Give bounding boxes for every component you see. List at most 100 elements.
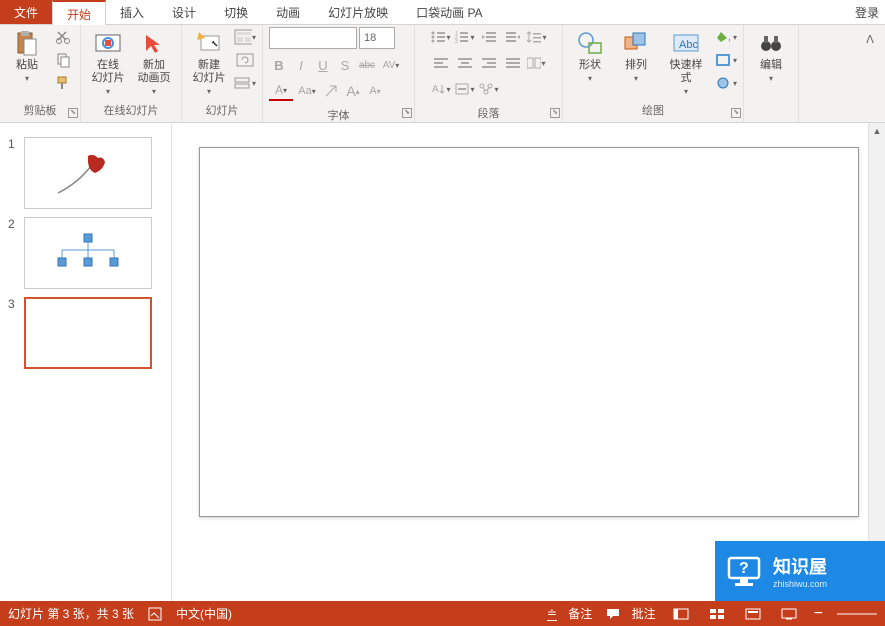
font-color-button[interactable]: A▾ (269, 81, 293, 101)
reset-button[interactable] (234, 50, 256, 70)
slide-thumb-2[interactable] (24, 217, 152, 289)
arrange-button[interactable]: 排列 ▾ (615, 27, 657, 85)
align-center-button[interactable] (454, 53, 476, 73)
thumb-number: 1 (8, 137, 18, 209)
layout-button[interactable]: ▾ (234, 27, 256, 47)
align-text-button[interactable]: ▾ (454, 79, 476, 99)
dialog-launcher-drawing[interactable]: ⬊ (731, 108, 741, 118)
slide-thumb-1[interactable] (24, 137, 152, 209)
columns-button[interactable]: ▾ (526, 53, 548, 73)
align-left-button[interactable] (430, 53, 452, 73)
tab-animation[interactable]: 动画 (262, 0, 314, 24)
group-slides: 新建 幻灯片 ▾ ▾ ▾ 幻灯片 (182, 25, 263, 122)
group-drawing: 形状 ▾ 排列 ▾ Abc 快速样式 ▾ ▾ ▾ ▾ 绘图 ⬊ (563, 25, 744, 122)
font-name-input[interactable] (269, 27, 357, 49)
tab-pocket[interactable]: 口袋动画 PA (402, 0, 496, 24)
spellcheck-button[interactable] (148, 607, 162, 621)
monitor-icon: ? (725, 552, 763, 590)
tab-file[interactable]: 文件 (0, 0, 52, 24)
shrink-font-button[interactable]: A▾ (365, 81, 385, 101)
align-right-button[interactable] (478, 53, 500, 73)
comments-button[interactable]: 批注 (606, 605, 655, 622)
group-label-editing (769, 104, 772, 122)
chevron-down-icon: ▾ (106, 87, 110, 96)
tab-insert[interactable]: 插入 (106, 0, 158, 24)
slide-thumb-3[interactable] (24, 297, 152, 369)
group-online-slides: 在线 幻灯片 ▾ 新加 动画页 ▾ 在线幻灯片 (81, 25, 182, 122)
group-editing: 编辑 ▾ (744, 25, 799, 122)
notes-button[interactable]: ≐ 备注 (547, 605, 592, 622)
paste-label: 粘贴 (16, 59, 38, 72)
arrange-icon (622, 29, 650, 57)
char-spacing-button[interactable]: AV▾ (379, 55, 403, 75)
normal-view-button[interactable] (670, 605, 692, 623)
login-link[interactable]: 登录 (849, 0, 885, 24)
zoom-slider[interactable] (837, 613, 877, 615)
status-bar: 幻灯片 第 3 张，共 3 张 中文(中国) ≐ 备注 批注 − (0, 601, 885, 626)
dialog-launcher-paragraph[interactable]: ⬊ (550, 108, 560, 118)
strikethrough-button[interactable]: abc (357, 55, 377, 75)
online-slide-button[interactable]: 在线 幻灯片 ▾ (87, 27, 129, 98)
copy-button[interactable] (52, 50, 74, 70)
increase-indent-button[interactable] (502, 27, 524, 47)
chevron-down-icon: ▾ (588, 74, 592, 83)
slideshow-view-button[interactable] (778, 605, 800, 623)
scroll-up-icon[interactable]: ▲ (869, 123, 885, 140)
watermark-badge: ? 知识屋 zhishiwu.com (715, 541, 885, 601)
new-slide-icon (195, 29, 223, 57)
tab-home[interactable]: 开始 (52, 0, 106, 25)
chevron-down-icon: ▾ (634, 74, 638, 83)
bullets-button[interactable]: ▾ (430, 27, 452, 47)
underline-button[interactable]: U (313, 55, 333, 75)
italic-button[interactable]: I (291, 55, 311, 75)
section-button[interactable]: ▾ (234, 73, 256, 93)
shape-outline-button[interactable]: ▾ (715, 50, 737, 70)
tab-transition[interactable]: 切换 (210, 0, 262, 24)
chevron-down-icon: ▾ (207, 87, 211, 96)
current-slide[interactable] (199, 147, 859, 517)
group-paragraph: ▾ 123▾ ▾ ▾ A▾ ▾ ▾ 段落 ⬊ (415, 25, 563, 122)
shadow-button[interactable]: S (335, 55, 355, 75)
decrease-indent-button[interactable] (478, 27, 500, 47)
language-indicator[interactable]: 中文(中国) (176, 605, 232, 622)
cut-button[interactable] (52, 27, 74, 47)
svg-text:Abc: Abc (679, 39, 698, 51)
text-direction-button[interactable]: A▾ (430, 79, 452, 99)
tab-design[interactable]: 设计 (158, 0, 210, 24)
chevron-down-icon: ▾ (684, 87, 688, 96)
reading-view-button[interactable] (742, 605, 764, 623)
smartart-button[interactable]: ▾ (478, 79, 500, 99)
sorter-view-button[interactable] (706, 605, 728, 623)
watermark-url: zhishiwu.com (773, 579, 827, 589)
new-slide-button[interactable]: 新建 幻灯片 ▾ (188, 27, 230, 98)
chevron-down-icon: ▾ (152, 87, 156, 96)
vertical-scrollbar[interactable]: ▲ (868, 123, 885, 601)
new-anim-label: 新加 动画页 (138, 59, 171, 85)
slide-counter[interactable]: 幻灯片 第 3 张，共 3 张 (8, 605, 134, 622)
quick-styles-button[interactable]: Abc 快速样式 ▾ (661, 27, 711, 98)
quick-styles-icon: Abc (672, 29, 700, 57)
arrange-label: 排列 (625, 59, 647, 72)
dialog-launcher-clipboard[interactable]: ⬊ (68, 108, 78, 118)
format-painter-button[interactable] (52, 73, 74, 93)
svg-text:?: ? (739, 560, 749, 577)
dialog-launcher-font[interactable]: ⬊ (402, 108, 412, 118)
change-case-button[interactable]: Aa▾ (295, 81, 319, 101)
shape-fill-button[interactable]: ▾ (715, 27, 737, 47)
paste-button[interactable]: 粘贴 ▾ (6, 27, 48, 85)
shape-effects-button[interactable]: ▾ (715, 73, 737, 93)
find-button[interactable]: 编辑 ▾ (750, 27, 792, 85)
shapes-button[interactable]: 形状 ▾ (569, 27, 611, 85)
zoom-out-button[interactable]: − (814, 605, 823, 623)
font-size-input[interactable] (359, 27, 395, 49)
grow-font-button[interactable]: A▴ (343, 81, 363, 101)
justify-button[interactable] (502, 53, 524, 73)
editing-label: 编辑 (760, 59, 782, 72)
new-anim-button[interactable]: 新加 动画页 ▾ (133, 27, 175, 98)
bold-button[interactable]: B (269, 55, 289, 75)
clear-format-button[interactable] (321, 81, 341, 101)
line-spacing-button[interactable]: ▾ (526, 27, 548, 47)
collapse-ribbon-button[interactable]: ᐱ (859, 29, 881, 49)
tab-slideshow[interactable]: 幻灯片放映 (314, 0, 402, 24)
numbering-button[interactable]: 123▾ (454, 27, 476, 47)
